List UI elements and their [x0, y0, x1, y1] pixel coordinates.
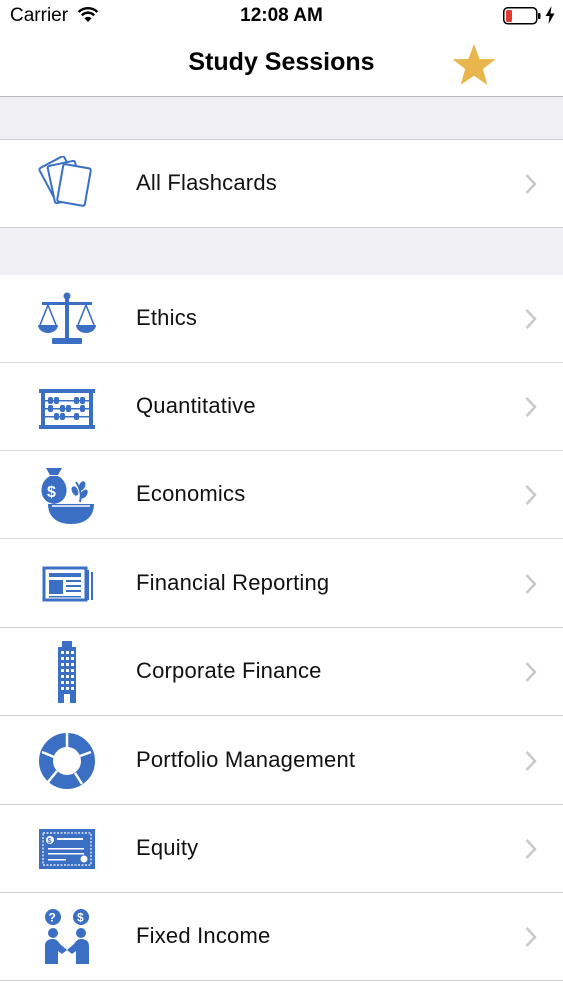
- row-separator: [0, 715, 563, 716]
- battery-icon: [503, 7, 541, 25]
- charging-bolt-icon: [545, 6, 555, 24]
- row-fixed-income[interactable]: ? $ Fixed Income: [0, 893, 563, 981]
- row-separator: [0, 980, 563, 981]
- row-economics[interactable]: $ Economics: [0, 451, 563, 539]
- flashcards-icon: [34, 151, 100, 217]
- row-corporate-finance[interactable]: Corporate Finance: [0, 628, 563, 716]
- chevron-right-icon: [525, 309, 537, 329]
- abacus-icon: [34, 374, 100, 440]
- svg-text:$: $: [48, 838, 52, 845]
- svg-text:?: ?: [49, 911, 56, 925]
- row-ethics[interactable]: Ethics: [0, 275, 563, 363]
- clock-label: 12:08 AM: [240, 5, 323, 26]
- chevron-right-icon: [525, 574, 537, 594]
- money-bag-icon: $: [34, 462, 100, 528]
- svg-text:$: $: [47, 484, 56, 501]
- chevron-right-icon: [525, 174, 537, 194]
- newspaper-icon: [34, 551, 100, 617]
- favorites-button[interactable]: [448, 41, 500, 89]
- row-quantitative[interactable]: Quantitative: [0, 363, 563, 451]
- row-label: Financial Reporting: [136, 570, 330, 595]
- chevron-right-icon: [525, 485, 537, 505]
- stock-certificate-icon: $: [34, 816, 100, 882]
- row-label: Equity: [136, 835, 199, 860]
- svg-text:$: $: [77, 911, 84, 925]
- row-equity[interactable]: $ Equity: [0, 805, 563, 893]
- row-label: Quantitative: [136, 393, 256, 418]
- section-spacer: [0, 227, 563, 276]
- row-label: Ethics: [136, 305, 198, 330]
- row-label: Portfolio Management: [136, 747, 356, 772]
- chevron-right-icon: [525, 662, 537, 682]
- row-label: All Flashcards: [136, 170, 277, 195]
- row-label: Fixed Income: [136, 923, 271, 948]
- row-separator: [0, 538, 563, 539]
- handshake-icon: ? $: [34, 904, 100, 970]
- chevron-right-icon: [525, 839, 537, 859]
- status-bar: Carrier 12:08 AM: [0, 0, 563, 32]
- row-all-flashcards[interactable]: All Flashcards: [0, 140, 563, 227]
- row-label: Corporate Finance: [136, 658, 322, 683]
- chevron-right-icon: [525, 397, 537, 417]
- donut-chart-icon: [34, 728, 100, 794]
- row-label: Economics: [136, 481, 246, 506]
- row-portfolio-management[interactable]: Portfolio Management: [0, 717, 563, 805]
- navigation-bar: Study Sessions: [0, 32, 563, 97]
- chevron-right-icon: [525, 751, 537, 771]
- row-financial-reporting[interactable]: Financial Reporting: [0, 540, 563, 628]
- chevron-right-icon: [525, 927, 537, 947]
- building-icon: [34, 639, 100, 705]
- star-icon: [452, 44, 496, 85]
- scales-icon: [34, 286, 100, 352]
- section-spacer: [0, 97, 563, 140]
